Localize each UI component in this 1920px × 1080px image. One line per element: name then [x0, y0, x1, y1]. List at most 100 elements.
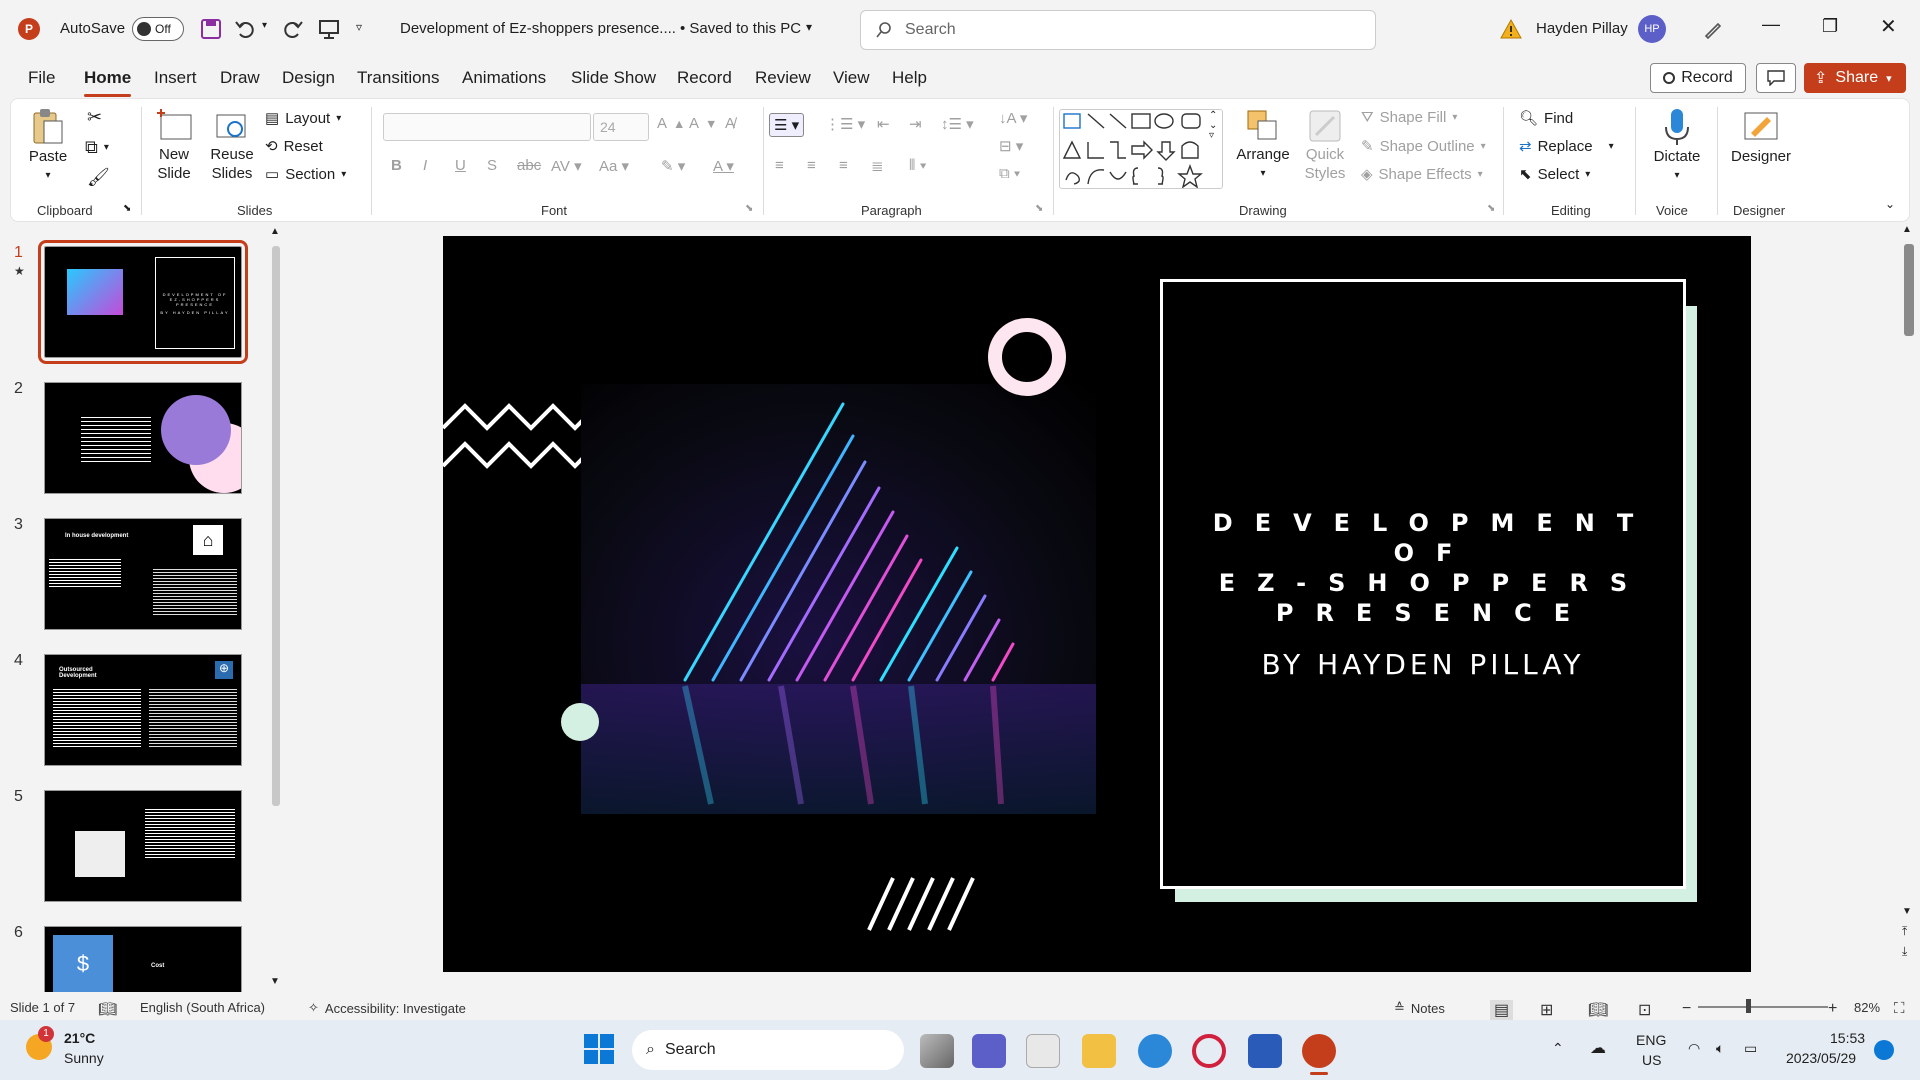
- justify-icon[interactable]: ≣: [871, 157, 884, 175]
- onedrive-icon[interactable]: ☁: [1590, 1038, 1606, 1058]
- slide-thumbnail-6[interactable]: $ Cost: [44, 926, 242, 992]
- word-icon[interactable]: [1248, 1034, 1282, 1068]
- line-spacing-icon[interactable]: ↕☰ ▾: [941, 115, 974, 133]
- reset-button[interactable]: ⟲ Reset: [265, 137, 323, 156]
- share-button[interactable]: ⇪ Share ▾: [1804, 63, 1906, 93]
- strikethrough-icon[interactable]: abc: [517, 157, 541, 174]
- search-box[interactable]: Search: [860, 10, 1376, 50]
- autosave-toggle[interactable]: Off: [132, 17, 184, 41]
- wifi-icon[interactable]: ◠: [1688, 1040, 1700, 1057]
- smartart-icon[interactable]: ⧉ ▾: [999, 165, 1020, 182]
- comments-button[interactable]: [1756, 63, 1796, 93]
- help-icon[interactable]: [1138, 1034, 1172, 1068]
- bullets-icon[interactable]: ☰ ▾: [769, 113, 805, 137]
- present-from-beginning-icon[interactable]: [318, 18, 340, 40]
- language-status[interactable]: English (South Africa): [140, 1000, 265, 1015]
- store-icon[interactable]: [1026, 1034, 1060, 1068]
- find-button[interactable]: 🔍︎ Find: [1519, 109, 1573, 128]
- battery-icon[interactable]: ▭: [1744, 1040, 1757, 1057]
- tab-record[interactable]: Record: [677, 68, 732, 88]
- new-slide-button[interactable]: New Slide: [149, 107, 199, 183]
- zoom-in-icon[interactable]: +: [1828, 1000, 1837, 1018]
- copy-icon[interactable]: ⧉ ▾: [85, 137, 109, 158]
- thumbnails-scroll-up-icon[interactable]: ▲: [270, 226, 280, 237]
- italic-icon[interactable]: I: [423, 157, 427, 174]
- tab-insert[interactable]: Insert: [154, 68, 197, 88]
- thumbnails-scroll-down-icon[interactable]: ▼: [270, 976, 280, 987]
- font-color-icon[interactable]: A ▾: [713, 157, 734, 175]
- close-icon[interactable]: ✕: [1880, 14, 1897, 39]
- quick-styles-button[interactable]: Quick Styles: [1295, 107, 1355, 183]
- slide-thumbnail-4[interactable]: Outsourced Development ⊕: [44, 654, 242, 766]
- cut-icon[interactable]: ✂: [87, 107, 102, 128]
- slide-title[interactable]: DEVELOPMENT OF EZ-SHOPPERS PRESENCE: [1213, 508, 1655, 628]
- undo-dropdown-icon[interactable]: ▾: [262, 20, 267, 31]
- shape-outline-button[interactable]: ✎ Shape Outline ▾: [1361, 137, 1486, 156]
- tab-slide-show[interactable]: Slide Show: [571, 68, 656, 88]
- bold-icon[interactable]: B: [391, 157, 402, 174]
- undo-icon[interactable]: [234, 18, 256, 40]
- previous-slide-icon[interactable]: ⤒: [1902, 924, 1907, 939]
- zoom-level[interactable]: 82%: [1854, 1000, 1880, 1015]
- clear-formatting-icon[interactable]: A̸: [725, 115, 735, 132]
- slideshow-view-icon[interactable]: ⊡: [1638, 1000, 1651, 1020]
- record-button[interactable]: Record: [1650, 63, 1746, 93]
- clock-date[interactable]: 2023/05/29: [1786, 1050, 1856, 1066]
- change-case-icon[interactable]: Aa ▾: [599, 157, 629, 175]
- notes-button[interactable]: ≙ Notes: [1394, 1000, 1445, 1016]
- format-painter-icon[interactable]: 🖌: [87, 167, 110, 188]
- shrink-font-icon[interactable]: A ▼: [689, 115, 717, 132]
- user-name[interactable]: Hayden Pillay: [1536, 20, 1628, 37]
- language-line2[interactable]: US: [1642, 1052, 1661, 1068]
- warning-icon[interactable]: [1500, 18, 1522, 40]
- increase-indent-icon[interactable]: ⇥: [909, 115, 922, 133]
- collapse-ribbon-icon[interactable]: ⌄: [1885, 197, 1895, 211]
- document-title[interactable]: Development of Ez-shoppers presence....: [400, 20, 676, 37]
- minimize-icon[interactable]: —: [1762, 14, 1780, 35]
- tab-file[interactable]: File: [28, 68, 55, 88]
- language-line1[interactable]: ENG: [1636, 1032, 1666, 1048]
- section-button[interactable]: ▭ Section ▾: [265, 165, 346, 184]
- slide-thumbnail-2[interactable]: [44, 382, 242, 494]
- zoom-slider-thumb[interactable]: [1746, 999, 1751, 1013]
- restore-icon[interactable]: ❐: [1822, 16, 1838, 37]
- show-hidden-icons-icon[interactable]: ⌃: [1552, 1040, 1564, 1057]
- customize-qat-icon[interactable]: ▿: [356, 20, 362, 34]
- numbering-icon[interactable]: ⋮☰ ▾: [825, 115, 865, 133]
- slide-thumbnail-3[interactable]: In house development ⌂: [44, 518, 242, 630]
- zoom-slider[interactable]: [1698, 1006, 1828, 1008]
- shape-fill-button[interactable]: ⛛ Shape Fill ▾: [1361, 109, 1457, 126]
- redo-icon[interactable]: [282, 18, 304, 40]
- arrange-button[interactable]: Arrange ▾: [1233, 107, 1293, 183]
- dictate-button[interactable]: Dictate ▾: [1647, 107, 1707, 185]
- teams-icon[interactable]: [972, 1034, 1006, 1068]
- slide-thumbnail-5[interactable]: [44, 790, 242, 902]
- tab-animations[interactable]: Animations: [462, 68, 546, 88]
- align-center-icon[interactable]: ≡: [807, 157, 816, 174]
- align-left-icon[interactable]: ≡: [775, 157, 784, 174]
- powerpoint-icon[interactable]: [1302, 1034, 1336, 1068]
- layout-button[interactable]: ▤ Layout ▾: [265, 109, 341, 128]
- save-status[interactable]: • Saved to this PC: [680, 20, 801, 37]
- file-explorer-icon[interactable]: [1082, 1034, 1116, 1068]
- start-icon[interactable]: [584, 1034, 614, 1064]
- columns-icon[interactable]: ⫴ ▾: [909, 157, 927, 174]
- paragraph-launcher-icon[interactable]: ⬊: [1035, 203, 1043, 214]
- character-spacing-icon[interactable]: AV ▾: [551, 157, 582, 175]
- title-frame[interactable]: DEVELOPMENT OF EZ-SHOPPERS PRESENCE BY H…: [1160, 279, 1686, 889]
- slide-scrollbar[interactable]: [1904, 244, 1914, 336]
- weather-condition[interactable]: Sunny: [64, 1050, 104, 1066]
- clipboard-launcher-icon[interactable]: ⬊: [123, 203, 131, 214]
- tab-review[interactable]: Review: [755, 68, 811, 88]
- designer-button[interactable]: Designer: [1723, 107, 1799, 166]
- shape-effects-button[interactable]: ◈ Shape Effects ▾: [1361, 165, 1483, 184]
- slide-scroll-up-icon[interactable]: ▲: [1902, 224, 1912, 235]
- font-size-combo[interactable]: 24: [593, 113, 649, 141]
- spelling-icon[interactable]: 📖︎: [98, 1000, 117, 1018]
- slide-canvas[interactable]: DEVELOPMENT OF EZ-SHOPPERS PRESENCE BY H…: [443, 236, 1751, 972]
- notification-icon[interactable]: [1874, 1040, 1894, 1060]
- save-icon[interactable]: [200, 18, 222, 40]
- reuse-slides-button[interactable]: Reuse Slides: [207, 107, 257, 183]
- opera-icon[interactable]: [1192, 1034, 1226, 1068]
- tab-view[interactable]: View: [833, 68, 870, 88]
